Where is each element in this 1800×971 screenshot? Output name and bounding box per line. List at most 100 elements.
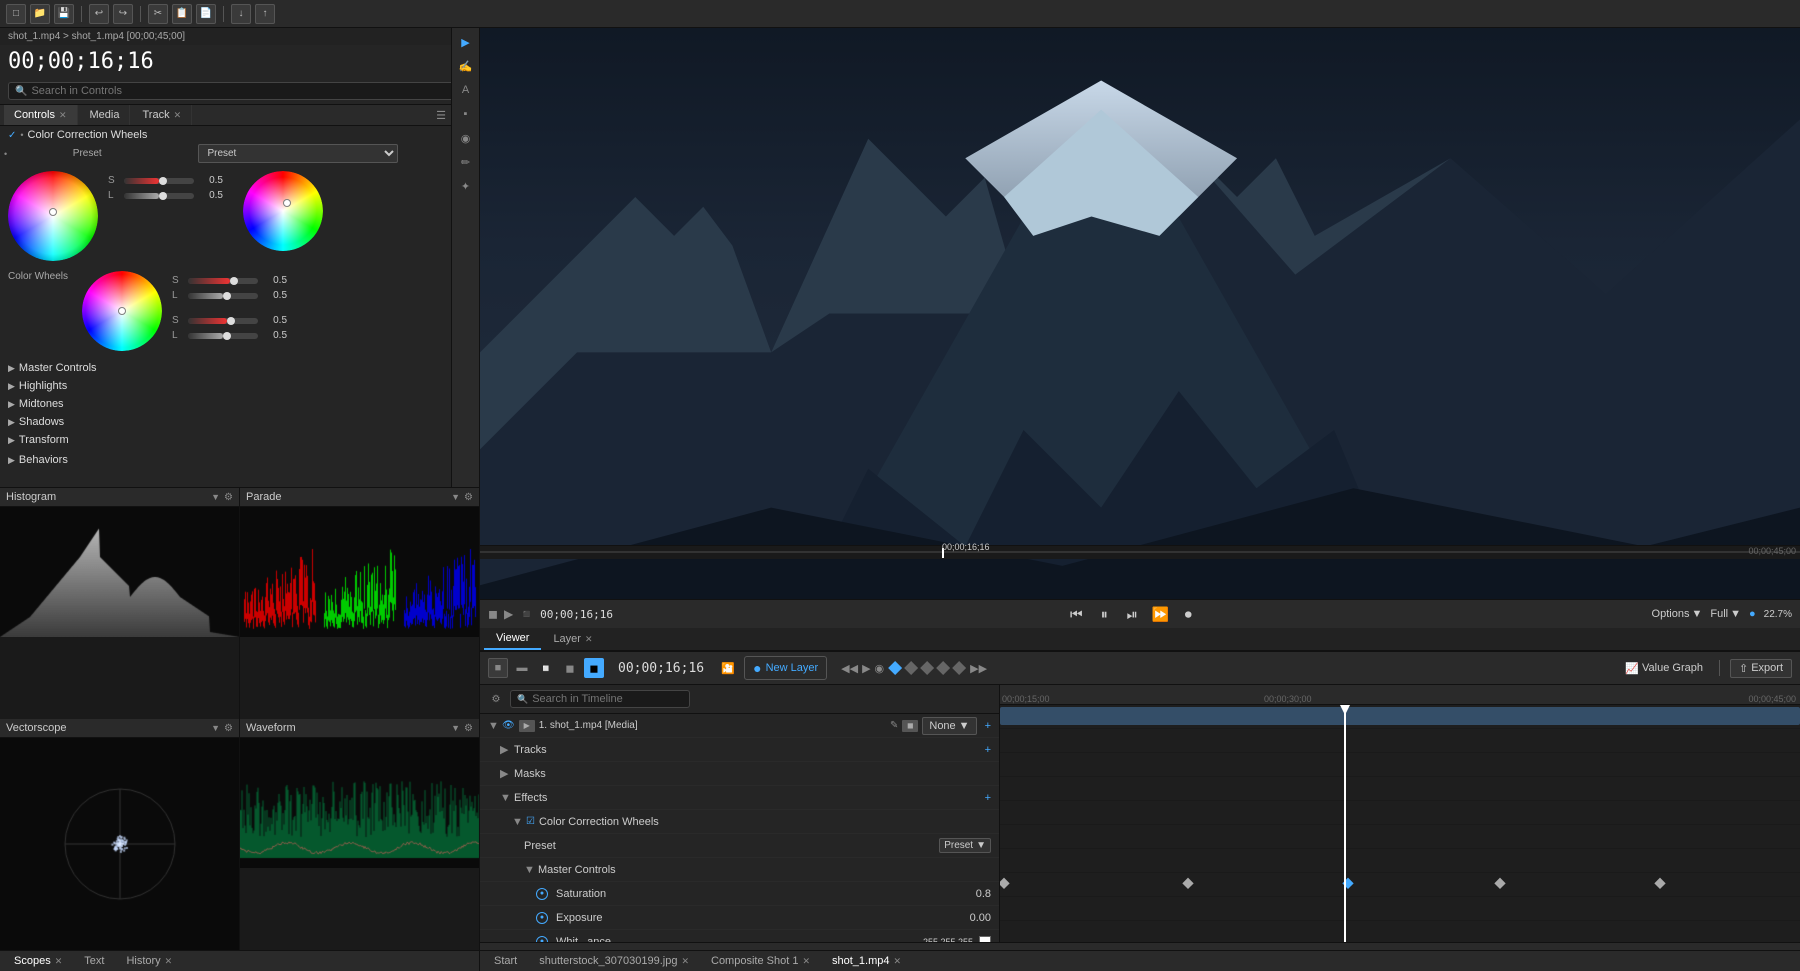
parade-settings[interactable]: ⚙ — [464, 492, 473, 503]
bottom-tab-composite[interactable]: Composite Shot 1 ✕ — [701, 951, 820, 971]
options-dropdown[interactable]: Options ▼ — [1652, 608, 1703, 620]
transport-icon-3[interactable]: ◾ — [519, 607, 534, 621]
open-btn[interactable]: 📁 — [30, 4, 50, 24]
paint-icon[interactable]: ✏ — [456, 152, 476, 172]
track-expand-tracks[interactable]: ▶ — [500, 743, 510, 756]
tab-history[interactable]: History ✕ — [116, 951, 182, 971]
waveform-settings[interactable]: ⚙ — [464, 723, 473, 734]
export-timeline-btn[interactable]: ⇧ Export — [1730, 659, 1792, 678]
import-btn[interactable]: ↓ — [231, 4, 251, 24]
hand-icon[interactable]: ✍ — [456, 56, 476, 76]
track-expand-ccw[interactable]: ▼ — [512, 816, 522, 828]
redo-btn[interactable]: ↪ — [113, 4, 133, 24]
s-track[interactable] — [124, 178, 194, 184]
tl-tool-5[interactable]: ◼ — [584, 658, 604, 678]
transform-header[interactable]: ▶ Transform — [0, 431, 479, 449]
bottom-tab-composite-close[interactable]: ✕ — [802, 956, 810, 967]
saturation-anim-icon[interactable]: ● — [536, 888, 548, 900]
track-expand-effects[interactable]: ▼ — [500, 792, 510, 804]
play-btn[interactable]: ⏯ — [1121, 603, 1143, 625]
tab-track[interactable]: Track ✕ — [132, 105, 192, 125]
controls-list-icon[interactable]: ☰ — [431, 105, 451, 125]
track-expand-mc[interactable]: ▼ — [524, 864, 534, 876]
bottom-tab-start[interactable]: Start — [484, 951, 527, 971]
kf-sat-1[interactable] — [1000, 877, 1010, 888]
track-edit-shot1[interactable]: ✎ — [890, 720, 898, 731]
shapes-icon[interactable]: ▪ — [456, 104, 476, 124]
parade-dropdown[interactable]: ▼ — [451, 492, 460, 502]
preset-select[interactable]: Preset — [198, 144, 398, 163]
l-track-3[interactable] — [188, 333, 258, 339]
go-start-btn[interactable]: ⏮ — [1065, 603, 1087, 625]
full-dropdown[interactable]: Full ▼ — [1710, 608, 1741, 620]
tl-next[interactable]: ◉ — [875, 662, 885, 675]
cursor-icon[interactable]: ▶ — [456, 32, 476, 52]
export-btn-top[interactable]: ↑ — [255, 4, 275, 24]
tl-tool-2[interactable]: ▬ — [512, 658, 532, 678]
save-btn[interactable]: 💾 — [54, 4, 74, 24]
timeline-scrollbar[interactable] — [480, 942, 1800, 950]
copy-btn[interactable]: 📋 — [172, 4, 192, 24]
kf-type-linear[interactable] — [888, 661, 902, 675]
tracks-plus[interactable]: + — [985, 744, 991, 756]
shadows-header[interactable]: ▶ Shadows — [0, 413, 479, 431]
timeline-playhead[interactable] — [1344, 705, 1346, 942]
timeline-search-input[interactable] — [532, 693, 683, 705]
bottom-tab-shutterstock[interactable]: shutterstock_307030199.jpg ✕ — [529, 951, 699, 971]
preset-track-dropdown[interactable]: Preset ▼ — [939, 838, 991, 853]
s-track-2[interactable] — [188, 278, 258, 284]
s-track-3[interactable] — [188, 318, 258, 324]
histogram-dropdown[interactable]: ▼ — [211, 492, 220, 502]
kf-type-custom[interactable] — [952, 661, 966, 675]
paste-btn[interactable]: 📄 — [196, 4, 216, 24]
tl-prev[interactable]: ▶ — [862, 662, 870, 675]
waveform-dropdown[interactable]: ▼ — [451, 723, 460, 733]
tab-track-close[interactable]: ✕ — [174, 110, 182, 121]
histogram-settings[interactable]: ⚙ — [224, 492, 233, 503]
kf-type-bezier[interactable] — [904, 661, 918, 675]
effects-plus[interactable]: + — [985, 792, 991, 804]
bottom-tab-shutterstock-close[interactable]: ✕ — [681, 956, 689, 967]
tab-controls-close[interactable]: ✕ — [59, 110, 67, 121]
mask-icon[interactable]: ◉ — [456, 128, 476, 148]
transport-icon-1[interactable]: ◼ — [488, 607, 498, 621]
tl-tool-1[interactable]: ■ — [488, 658, 508, 678]
l-track[interactable] — [124, 193, 194, 199]
track-eye-shot1[interactable]: 👁 — [502, 720, 515, 731]
kf-type-ease[interactable] — [936, 661, 950, 675]
track-expand-masks[interactable]: ▶ — [500, 767, 510, 780]
tl-prev-kf[interactable]: ◀◀ — [841, 662, 858, 675]
tab-text[interactable]: Text — [74, 951, 114, 971]
transport-icon-2[interactable]: ▶ — [504, 607, 513, 621]
ccw-effect-checkbox[interactable]: ☑ — [526, 816, 535, 827]
cut-btn[interactable]: ✂ — [148, 4, 168, 24]
bezier-icon[interactable]: ✦ — [456, 176, 476, 196]
step-back-btn[interactable]: ⏸ — [1093, 603, 1115, 625]
text-icon[interactable]: A — [456, 80, 476, 100]
kf-sat-4[interactable] — [1494, 877, 1505, 888]
tl-cam-icon[interactable]: 🎦 — [718, 658, 738, 678]
vectorscope-settings[interactable]: ⚙ — [224, 723, 233, 734]
highlights-header[interactable]: ▶ Highlights — [0, 377, 479, 395]
tab-scopes[interactable]: Scopes ✕ — [4, 951, 72, 971]
tab-controls[interactable]: Controls ✕ — [4, 105, 78, 125]
bottom-tab-shot1-close[interactable]: ✕ — [893, 956, 901, 967]
midtones-header[interactable]: ▶ Midtones — [0, 395, 479, 413]
track-expand-shot1[interactable]: ▼ — [488, 720, 498, 732]
tl-tool-3[interactable]: ◽ — [536, 658, 556, 678]
tab-history-close[interactable]: ✕ — [165, 956, 173, 967]
kf-type-hold[interactable] — [920, 661, 934, 675]
ccw-checkbox[interactable]: ✓ — [8, 130, 16, 141]
controls-search-input[interactable] — [31, 85, 464, 97]
viewer-tab-layer[interactable]: Layer ✕ — [541, 629, 604, 649]
tab-scopes-close[interactable]: ✕ — [55, 956, 63, 967]
undo-btn[interactable]: ↩ — [89, 4, 109, 24]
value-graph-btn[interactable]: 📈 Value Graph — [1619, 660, 1709, 677]
kf-sat-2[interactable] — [1182, 877, 1193, 888]
new-btn[interactable]: □ — [6, 4, 26, 24]
viewer-tab-layer-close[interactable]: ✕ — [585, 634, 593, 645]
track-none-dropdown[interactable]: None ▼ — [922, 717, 976, 735]
master-controls-header[interactable]: ▶ Master Controls — [0, 359, 479, 377]
kf-sat-5[interactable] — [1654, 877, 1665, 888]
behaviors-header[interactable]: ▶ Behaviors + — [0, 449, 479, 471]
